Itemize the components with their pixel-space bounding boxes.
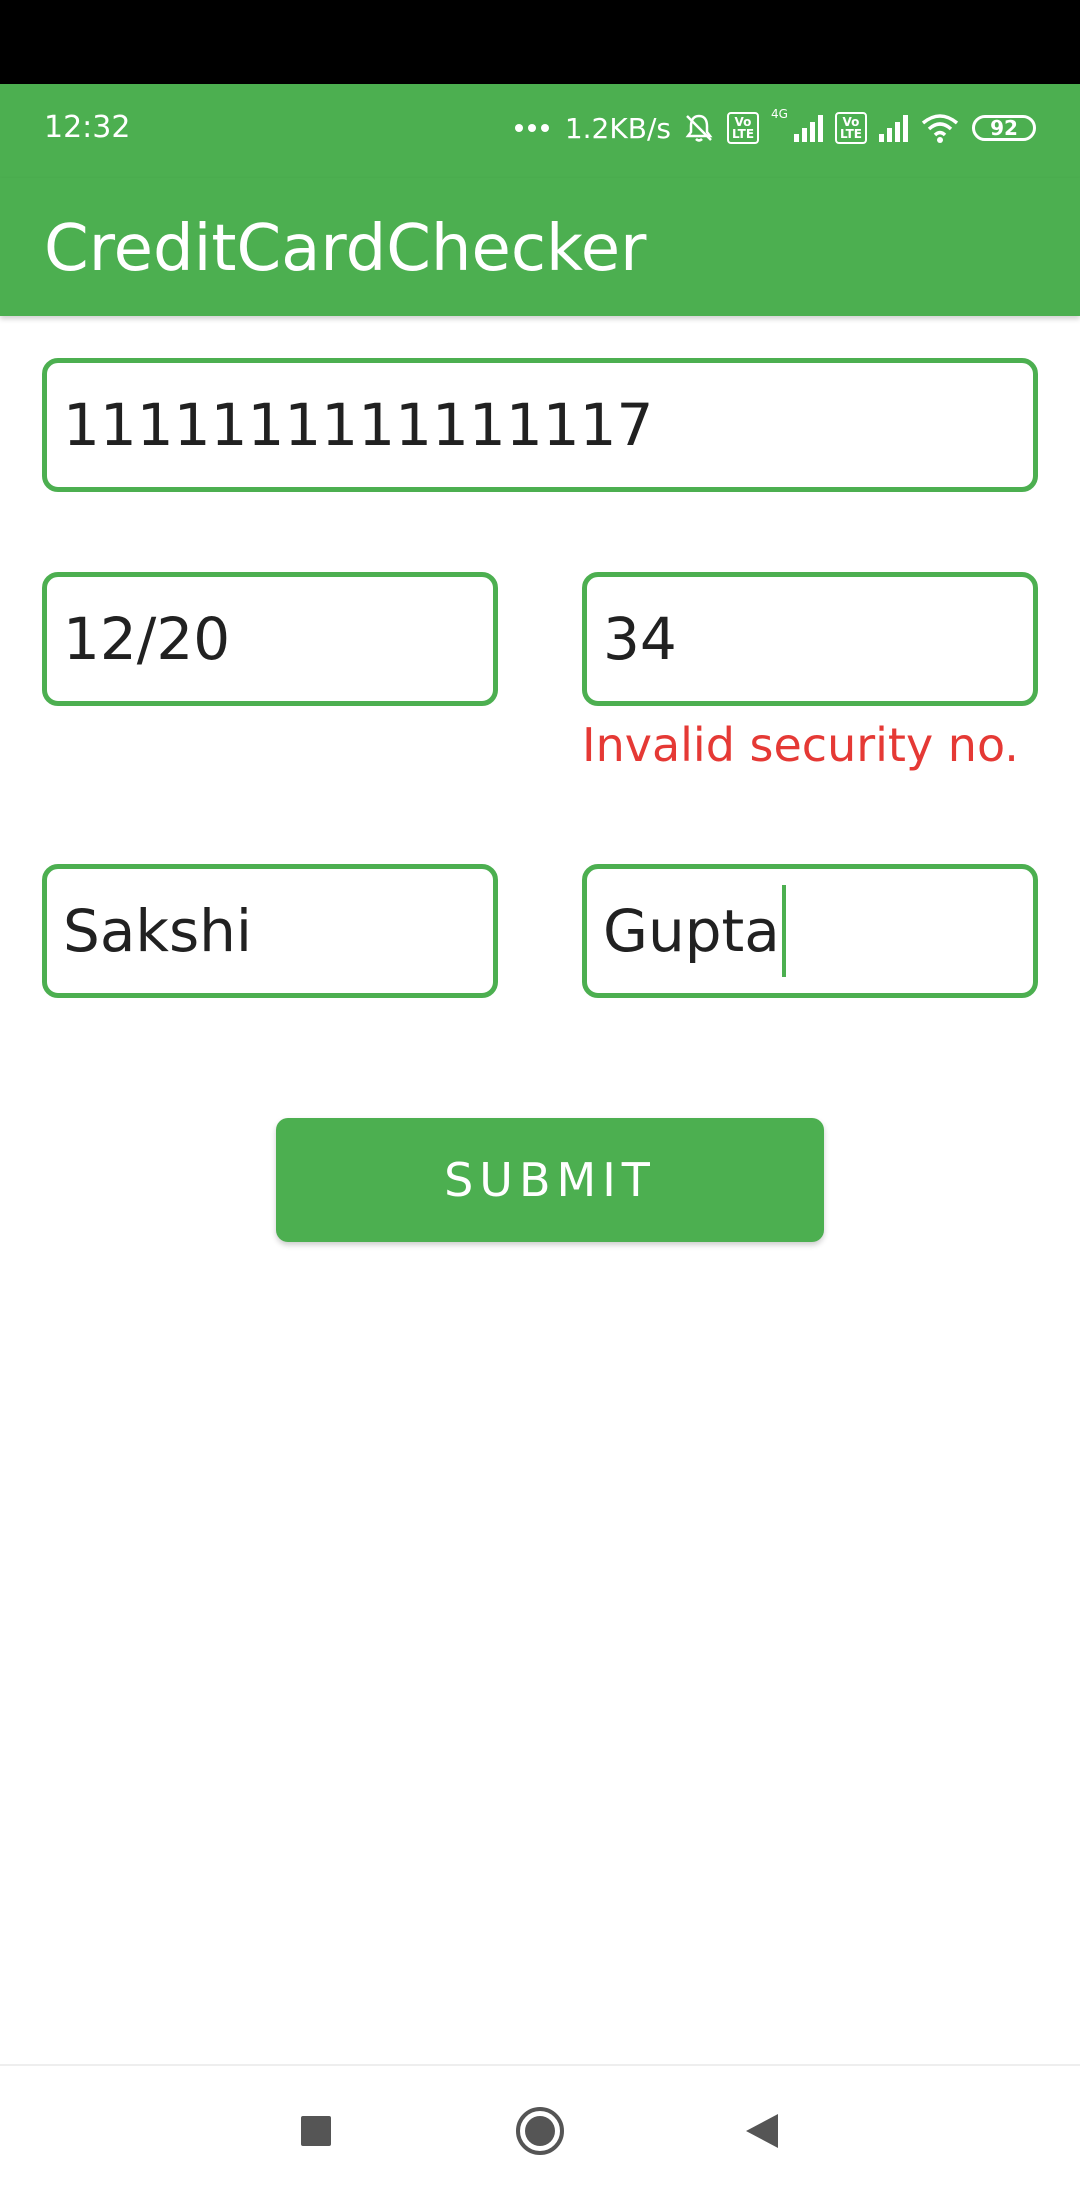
expiry-field[interactable]: 12/20 bbox=[42, 572, 498, 706]
camera-cutout-area bbox=[0, 0, 1080, 84]
navigation-bar bbox=[0, 2064, 1080, 2194]
battery-icon: 92 bbox=[972, 115, 1036, 141]
back-button[interactable] bbox=[732, 2106, 792, 2156]
text-cursor bbox=[781, 885, 786, 977]
first-name-field[interactable]: Sakshi bbox=[42, 864, 498, 998]
last-name-field[interactable]: Gupta bbox=[582, 864, 1038, 998]
wifi-icon bbox=[921, 114, 959, 143]
signal-icon bbox=[879, 114, 908, 142]
recents-button[interactable] bbox=[286, 2106, 346, 2156]
net-speed: 1.2KB/s bbox=[564, 111, 671, 145]
more-dots-icon bbox=[514, 124, 549, 132]
volte-icon: Vo LTE bbox=[834, 112, 867, 144]
signal-icon bbox=[793, 114, 823, 142]
mute-icon bbox=[685, 114, 713, 142]
status-time: 12:32 bbox=[44, 110, 131, 145]
app-bar: CreditCardChecker bbox=[0, 178, 1080, 316]
battery-level: 92 bbox=[990, 116, 1018, 140]
recents-icon bbox=[301, 2116, 331, 2146]
home-button[interactable] bbox=[510, 2106, 570, 2156]
submit-button[interactable]: SUBMIT bbox=[276, 1118, 824, 1242]
status-icons: 1.2KB/s Vo LTE 4G Vo LTE 92 bbox=[514, 107, 1036, 148]
network-type: 4G bbox=[771, 107, 788, 121]
app-title: CreditCardChecker bbox=[44, 212, 647, 286]
last-name-value: Gupta bbox=[603, 897, 780, 965]
security-error-message: Invalid security no. bbox=[582, 718, 1019, 772]
back-icon bbox=[746, 2114, 778, 2148]
security-code-value: 34 bbox=[603, 605, 677, 673]
security-code-field[interactable]: 34 bbox=[582, 572, 1038, 706]
expiry-value: 12/20 bbox=[63, 605, 231, 673]
card-number-field[interactable]: 1111111111111117 bbox=[42, 358, 1038, 492]
home-icon bbox=[516, 2107, 564, 2155]
status-bar: 12:32 1.2KB/s Vo LTE 4G Vo LTE 92 bbox=[0, 84, 1080, 178]
first-name-value: Sakshi bbox=[63, 897, 253, 965]
volte-icon: Vo LTE bbox=[726, 112, 760, 144]
card-number-value: 1111111111111117 bbox=[63, 391, 654, 459]
